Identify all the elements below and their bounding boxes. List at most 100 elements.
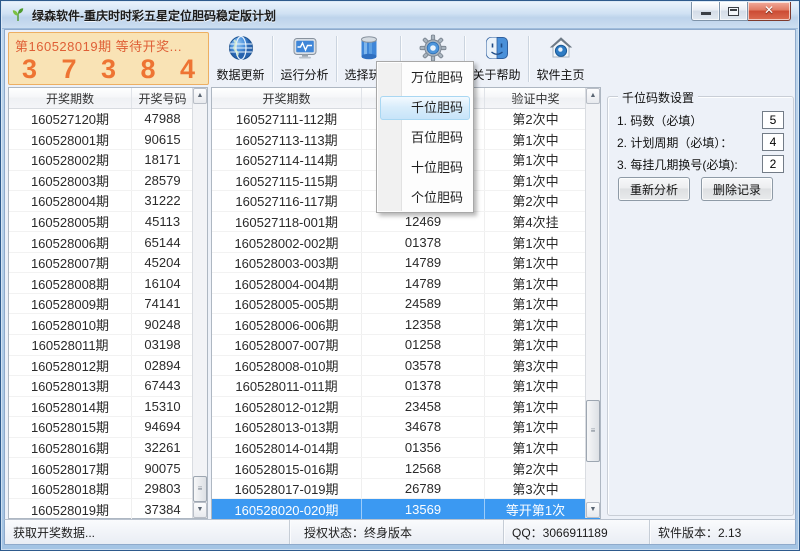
run-analysis-label: 运行分析 [280,66,328,83]
period-range-cell: 160528011-011期 [212,376,362,396]
code-count-input[interactable] [762,111,784,129]
up-arrow-icon[interactable]: ▲ [586,88,600,104]
period-cell: 160527120期 [9,109,132,129]
number-cell: 28579 [132,171,193,191]
verify-result-cell: 第1次中 [485,171,586,191]
left-table-scrollbar[interactable]: ▲ ≡ ▼ [192,88,207,518]
table-row[interactable]: 160528011期 03198 [9,335,207,356]
table-row[interactable]: 160528016期 32261 [9,438,207,459]
number-cell: 45113 [132,212,193,232]
column-header: 开奖号码 [132,88,193,108]
scrollbar-thumb[interactable]: ≡ [193,476,207,502]
period-range-cell: 160528017-019期 [212,479,362,499]
change-number-input[interactable] [762,155,784,173]
menu-item[interactable]: 百位胆码 [378,123,472,153]
verify-result-cell: 第2次中 [485,109,586,129]
table-row[interactable]: 160528005-005期 24589 第1次中 [212,294,600,315]
period-range-cell: 160528005-005期 [212,294,362,314]
verify-result-cell: 第1次中 [485,417,586,437]
plan-cycle-input[interactable] [762,133,784,151]
menu-item[interactable]: 千位胆码 [378,93,472,123]
software-home-button[interactable]: 软件主页 [529,31,592,87]
table-row[interactable]: 160528006-006期 12358 第1次中 [212,314,600,335]
table-row[interactable]: 160528015-016期 12568 第2次中 [212,458,600,479]
dan-codes-cell: 12568 [362,458,485,478]
table-row[interactable]: 160528010期 90248 [9,314,207,335]
verify-result-cell: 第1次中 [485,335,586,355]
menu-item[interactable]: 个位胆码 [378,183,472,213]
reanalyze-button[interactable]: 重新分析 [618,177,690,201]
table-row[interactable]: 160528017-019期 26789 第3次中 [212,479,600,500]
qq-contact: QQ：3066911189 [504,520,650,544]
run-analysis-button[interactable]: 运行分析 [273,31,336,87]
table-row[interactable]: 160528014期 15310 [9,397,207,418]
app-window: 绿森软件-重庆时时彩五星定位胆码稳定版计划 ✕ 第160528019期 等待开奖… [0,0,800,551]
data-update-button[interactable]: 数据更新 [209,31,272,87]
minimize-button[interactable] [691,2,720,21]
period-range-cell: 160528002-002期 [212,232,362,252]
table-row[interactable]: 160528002期 18171 [9,150,207,171]
number-cell: 45204 [132,253,193,273]
table-row[interactable]: 160528008期 16104 [9,273,207,294]
menu-item[interactable]: 万位胆码 [378,63,472,93]
table-row[interactable]: 160528001期 90615 [9,130,207,151]
table-row[interactable]: 160528003期 28579 [9,171,207,192]
period-range-cell: 160527116-117期 [212,191,362,211]
number-cell: 90248 [132,314,193,334]
license-status: 授权状态：终身版本 [290,520,504,544]
table-row[interactable]: 160528003-003期 14789 第1次中 [212,253,600,274]
close-button[interactable]: ✕ [748,2,791,21]
table-row[interactable]: 160528005期 45113 [9,212,207,233]
table-row[interactable]: 160528019期 37384 [9,499,207,520]
table-row[interactable]: 160528012-012期 23458 第1次中 [212,397,600,418]
menu-item[interactable]: 十位胆码 [378,153,472,183]
maximize-button[interactable] [720,2,748,21]
number-cell: 67443 [132,376,193,396]
up-arrow-icon[interactable]: ▲ [193,88,207,104]
table-row[interactable]: 160528002-002期 01378 第1次中 [212,232,600,253]
table-row[interactable]: 160528011-011期 01378 第1次中 [212,376,600,397]
table-row[interactable]: 160528020-020期 13569 等开第1次 [212,499,600,520]
down-arrow-icon[interactable]: ▼ [586,502,600,518]
table-row[interactable]: 160528012期 02894 [9,356,207,377]
period-cell: 160528019期 [9,499,132,519]
period-cell: 160528008期 [9,273,132,293]
sprout-app-icon [10,7,26,23]
table-row[interactable]: 160527118-001期 12469 第4次挂 [212,212,600,233]
number-cell: 90075 [132,458,193,478]
table-row[interactable]: 160528017期 90075 [9,458,207,479]
table-row[interactable]: 160528015期 94694 [9,417,207,438]
number-cell: 18171 [132,150,193,170]
period-cell: 160528017期 [9,458,132,478]
table-row[interactable]: 160528004-004期 14789 第1次中 [212,273,600,294]
settings-panel: 千位码数设置 1. 码数（必填） 2. 计划周期（必填）： 3. 每挂几期换号(… [607,96,794,516]
table-row[interactable]: 160527120期 47988 [9,109,207,130]
verify-result-cell: 等开第1次 [485,499,586,519]
dan-codes-cell: 26789 [362,479,485,499]
period-range-cell: 160528004-004期 [212,273,362,293]
scrollbar-thumb[interactable]: ≡ [586,400,600,462]
table-row[interactable]: 160528009期 74141 [9,294,207,315]
period-range-cell: 160528007-007期 [212,335,362,355]
period-cell: 160528015期 [9,417,132,437]
table-row[interactable]: 160528004期 31222 [9,191,207,212]
plan-cycle-label: 2. 计划周期（必填）： [617,134,762,151]
table-row[interactable]: 160528008-010期 03578 第3次中 [212,356,600,377]
period-range-cell: 160528006-006期 [212,314,362,334]
table-row[interactable]: 160528007-007期 01258 第1次中 [212,335,600,356]
down-arrow-icon[interactable]: ▼ [193,502,207,518]
pending-numbers: 37384 [9,53,208,85]
table-row[interactable]: 160528007期 45204 [9,253,207,274]
middle-table-scrollbar[interactable]: ▲ ≡ ▼ [585,88,600,518]
period-cell: 160528014期 [9,397,132,417]
titlebar[interactable]: 绿森软件-重庆时时彩五星定位胆码稳定版计划 ✕ [2,2,798,29]
table-row[interactable]: 160528014-014期 01356 第1次中 [212,438,600,459]
about-help-button[interactable]: 关于帮助 [465,31,528,87]
table-row[interactable]: 160528013-013期 34678 第1次中 [212,417,600,438]
number-cell: 03198 [132,335,193,355]
table-row[interactable]: 160528018期 29803 [9,479,207,500]
verify-result-cell: 第2次中 [485,191,586,211]
table-row[interactable]: 160528006期 65144 [9,232,207,253]
table-row[interactable]: 160528013期 67443 [9,376,207,397]
delete-records-button[interactable]: 删除记录 [701,177,773,201]
